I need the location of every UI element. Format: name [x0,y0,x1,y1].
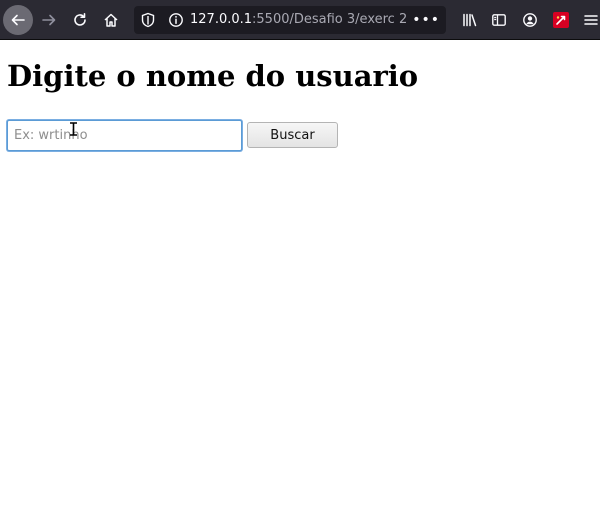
hamburger-menu-icon[interactable] [579,5,600,35]
address-bar[interactable]: 127.0.0.1:5500/Desafio 3/exerc 2 ••• [134,6,446,34]
url-path: :5500/Desafio 3/exerc 2 [252,12,408,27]
username-input[interactable] [7,120,242,151]
shield-icon[interactable] [140,12,156,28]
extension-icon[interactable] [546,5,576,35]
browser-toolbar: 127.0.0.1:5500/Desafio 3/exerc 2 ••• [0,0,600,40]
forward-arrow-icon[interactable] [34,5,64,35]
library-icon[interactable] [455,5,485,35]
sidebar-icon[interactable] [484,5,514,35]
back-arrow-icon[interactable] [3,5,33,35]
url-text[interactable]: 127.0.0.1:5500/Desafio 3/exerc 2 [190,6,412,34]
page-content: Digite o nome do usuario Buscar [0,40,600,525]
search-button[interactable]: Buscar [247,122,338,148]
ellipsis-icon[interactable]: ••• [412,6,440,34]
page-heading: Digite o nome do usuario [7,59,419,93]
extension-badge [553,12,569,28]
info-icon[interactable] [168,12,184,28]
reload-icon[interactable] [65,5,95,35]
text-cursor-icon [70,122,77,136]
url-host: 127.0.0.1 [190,12,253,27]
account-icon[interactable] [515,5,545,35]
home-icon[interactable] [96,5,126,35]
